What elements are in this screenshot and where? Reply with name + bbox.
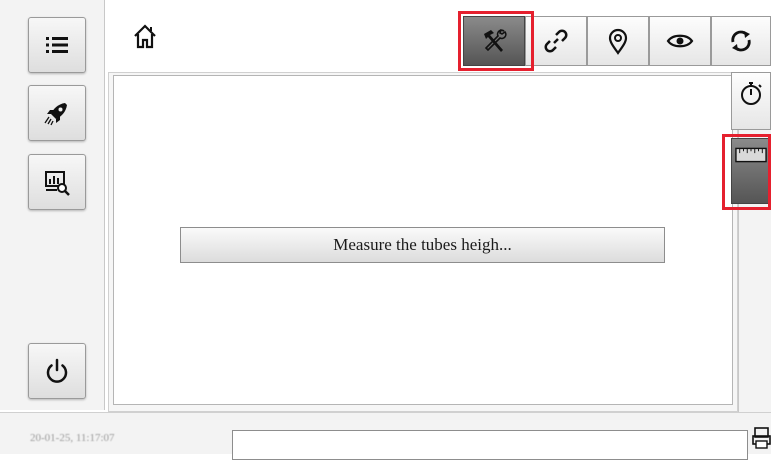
list-icon: [46, 37, 68, 53]
map-pin-icon: [608, 28, 628, 55]
stopwatch-icon: [741, 82, 762, 105]
ruler-icon: [735, 147, 767, 163]
analysis-button[interactable]: [28, 154, 86, 210]
tab-tools[interactable]: [463, 16, 525, 66]
status-message-field: [232, 430, 748, 460]
tab-link[interactable]: [525, 16, 587, 66]
timer-button[interactable]: [731, 72, 771, 130]
menu-button[interactable]: [28, 17, 86, 73]
tab-view[interactable]: [649, 16, 711, 66]
ruler-button[interactable]: [731, 138, 771, 204]
status-timestamp: 20-01-25, 11:17:07: [30, 432, 115, 444]
chart-search-icon: [45, 171, 70, 196]
measure-tubes-button[interactable]: Measure the tubes heigh...: [180, 227, 665, 263]
hammer-wrench-icon: [484, 28, 507, 52]
eye-icon: [666, 34, 694, 48]
home-icon[interactable]: [131, 22, 159, 50]
power-icon: [46, 358, 68, 383]
tab-location[interactable]: [587, 16, 649, 66]
tab-sync[interactable]: [711, 16, 771, 66]
sync-icon: [731, 30, 751, 52]
launch-button[interactable]: [28, 85, 86, 141]
power-button[interactable]: [28, 343, 86, 399]
printer-icon[interactable]: [752, 426, 771, 450]
rocket-icon: [44, 103, 67, 126]
link-icon: [544, 29, 568, 53]
